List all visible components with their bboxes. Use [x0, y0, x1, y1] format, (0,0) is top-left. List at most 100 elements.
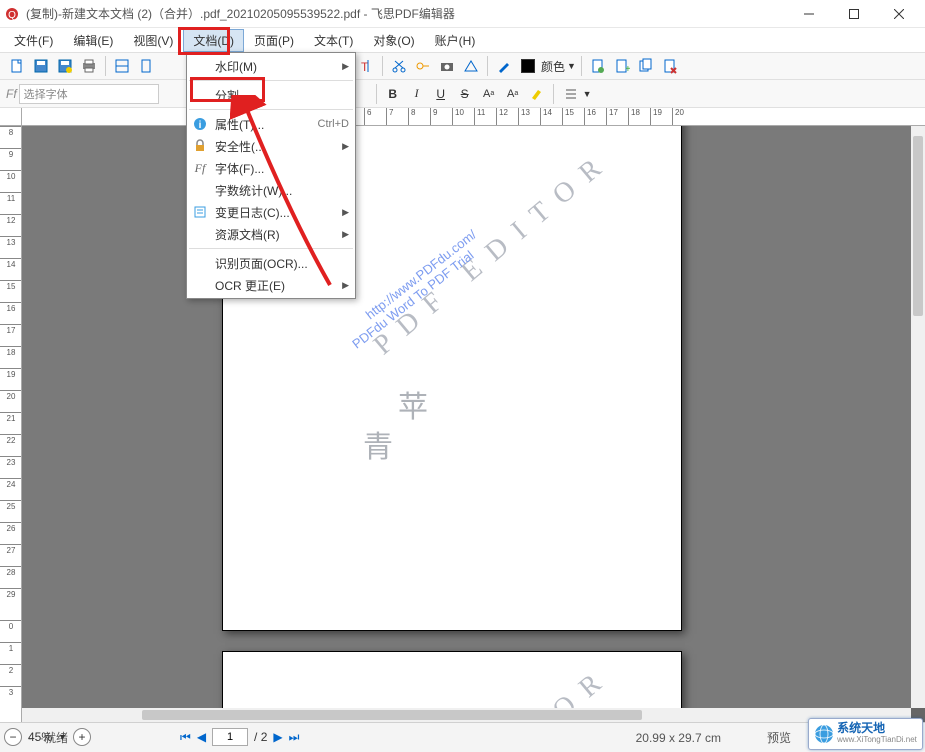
submenu-arrow-icon: ▶: [342, 61, 349, 72]
fill-icon[interactable]: [517, 55, 539, 77]
document-area: 0 1 2 3 4 5 6 7 8 9 10 11 12 13 14 15 16…: [0, 108, 925, 722]
zoom-value[interactable]: 45%: [28, 730, 52, 744]
app-icon: Q: [4, 6, 20, 22]
next-page-button[interactable]: ▶: [273, 730, 282, 744]
menu-changelog[interactable]: 变更日志(C)...▶: [187, 201, 355, 223]
add-page-icon[interactable]: +: [611, 55, 633, 77]
key-icon[interactable]: [412, 55, 434, 77]
linespacing-button[interactable]: [559, 83, 581, 105]
page-dimensions: 20.99 x 29.7 cm: [636, 731, 721, 745]
color-label: 颜色: [541, 58, 565, 75]
info-icon: i: [192, 116, 208, 132]
zoom-out-button[interactable]: −: [4, 728, 22, 746]
scrollbar-horizontal[interactable]: [22, 708, 911, 722]
page-icon[interactable]: [135, 55, 157, 77]
highlight-button[interactable]: [526, 83, 548, 105]
underline-button[interactable]: U: [430, 83, 452, 105]
dropdown-arrow-icon[interactable]: ▼: [58, 732, 67, 742]
page-input[interactable]: [212, 728, 248, 746]
menu-file[interactable]: 文件(F): [4, 29, 63, 52]
minimize-button[interactable]: [786, 0, 831, 28]
menu-page[interactable]: 页面(P): [244, 29, 304, 52]
menu-fonts[interactable]: Ff 字体(F)...: [187, 157, 355, 179]
page-text: 青: [363, 422, 393, 466]
first-page-button[interactable]: ⏮: [180, 730, 191, 745]
svg-text:Q: Q: [8, 10, 16, 21]
pdf-page-2[interactable]: PDF EDITOR PDFdu.com/ DF Trial: [222, 651, 682, 708]
watermark-text: PDF EDITOR: [368, 144, 619, 362]
delete-page-icon[interactable]: [659, 55, 681, 77]
dropdown-arrow-icon[interactable]: ▼: [583, 89, 592, 99]
pen-icon[interactable]: [493, 55, 515, 77]
menu-edit[interactable]: 编辑(E): [63, 29, 123, 52]
maximize-button[interactable]: [831, 0, 876, 28]
text-tool-icon[interactable]: T: [355, 55, 377, 77]
menu-security[interactable]: 安全性(...▶: [187, 135, 355, 157]
submenu-arrow-icon: ▶: [342, 207, 349, 218]
font-selector[interactable]: 选择字体: [19, 84, 159, 104]
save-icon[interactable]: [30, 55, 52, 77]
last-page-button[interactable]: ⏭: [289, 730, 300, 745]
toolbar-format: Ff 选择字体 B I U S Aa Aa ▼: [0, 80, 925, 108]
zoom-in-button[interactable]: +: [73, 728, 91, 746]
ruler-vertical: 8 9 10 11 12 13 14 15 16 17 18 19 20 21 …: [0, 126, 22, 722]
menu-properties[interactable]: i 属性(T)...Ctrl+D: [187, 113, 355, 135]
titlebar: Q (复制)-新建文本文档 (2)（合并）.pdf_20210205095539…: [0, 0, 925, 28]
menu-split[interactable]: 分割...: [187, 84, 355, 106]
prev-page-button[interactable]: ◀: [197, 730, 206, 744]
dropdown-arrow-icon[interactable]: ▼: [567, 61, 576, 71]
shape-icon[interactable]: [460, 55, 482, 77]
menu-resources[interactable]: 资源文档(R)▶: [187, 223, 355, 245]
preview-label[interactable]: 预览: [767, 729, 791, 746]
svg-text:+: +: [625, 64, 630, 74]
print-icon[interactable]: [78, 55, 100, 77]
lock-icon: [192, 138, 208, 154]
page-nav: ⏮ ◀ / 2 ▶ ⏭: [180, 726, 299, 748]
menu-ocr-correct[interactable]: OCR 更正(E)▶: [187, 274, 355, 296]
statusbar: - ·就绪 20.99 x 29.7 cm 预览: [0, 722, 925, 752]
page-text: 苹: [398, 382, 428, 426]
menu-view[interactable]: 视图(V): [123, 29, 183, 52]
canvas[interactable]: PDF EDITOR http://www.PDFdu.com/ PDFdu W…: [22, 126, 911, 708]
saveas-icon[interactable]: [54, 55, 76, 77]
document-dropdown: 水印(M)▶ 分割... i 属性(T)...Ctrl+D 安全性(...▶ F…: [186, 52, 356, 299]
font-icon: Ff: [192, 160, 208, 176]
new-icon[interactable]: [6, 55, 28, 77]
subscript-button[interactable]: Aa: [502, 83, 524, 105]
fit-icon[interactable]: [111, 55, 133, 77]
menu-ocr-recognize[interactable]: 识别页面(OCR)...: [187, 252, 355, 274]
log-icon: [192, 204, 208, 220]
insert-page-icon[interactable]: [587, 55, 609, 77]
camera-icon[interactable]: [436, 55, 458, 77]
menu-object[interactable]: 对象(O): [363, 29, 424, 52]
submenu-arrow-icon: ▶: [342, 229, 349, 240]
globe-icon: [814, 724, 834, 744]
menu-document[interactable]: 文档(D): [183, 29, 244, 52]
menubar: 文件(F) 编辑(E) 视图(V) 文档(D) 页面(P) 文本(T) 对象(O…: [0, 28, 925, 52]
watermark-link: http://www.PDFdu.com/: [363, 227, 479, 322]
menu-account[interactable]: 账户(H): [425, 29, 486, 52]
cut-icon[interactable]: [388, 55, 410, 77]
toolbar-main: T 颜色 ▼ +: [0, 52, 925, 80]
copy-page-icon[interactable]: [635, 55, 657, 77]
ruler-corner: [0, 108, 22, 126]
menu-text[interactable]: 文本(T): [304, 29, 363, 52]
menu-wordcount[interactable]: 字数统计(W)...: [187, 179, 355, 201]
submenu-arrow-icon: ▶: [342, 141, 349, 152]
bold-button[interactable]: B: [382, 83, 404, 105]
ruler-horizontal: 0 1 2 3 4 5 6 7 8 9 10 11 12 13 14 15 16…: [22, 108, 925, 126]
scrollbar-vertical[interactable]: [911, 126, 925, 708]
page-total: / 2: [254, 730, 267, 744]
menu-watermark[interactable]: 水印(M)▶: [187, 55, 355, 77]
svg-text:i: i: [199, 120, 202, 131]
italic-button[interactable]: I: [406, 83, 428, 105]
close-button[interactable]: [876, 0, 921, 28]
strike-button[interactable]: S: [454, 83, 476, 105]
zoom-controls: − 45% ▼ +: [4, 726, 91, 748]
site-logo-badge: 系统天地 www.XiTongTianDi.net: [808, 718, 923, 750]
watermark-link: PDFdu Word To PDF Trial: [349, 247, 476, 351]
submenu-arrow-icon: ▶: [342, 280, 349, 291]
window-title: (复制)-新建文本文档 (2)（合并）.pdf_2021020509553952…: [26, 5, 786, 22]
font-icon: Ff: [6, 87, 17, 101]
superscript-button[interactable]: Aa: [478, 83, 500, 105]
